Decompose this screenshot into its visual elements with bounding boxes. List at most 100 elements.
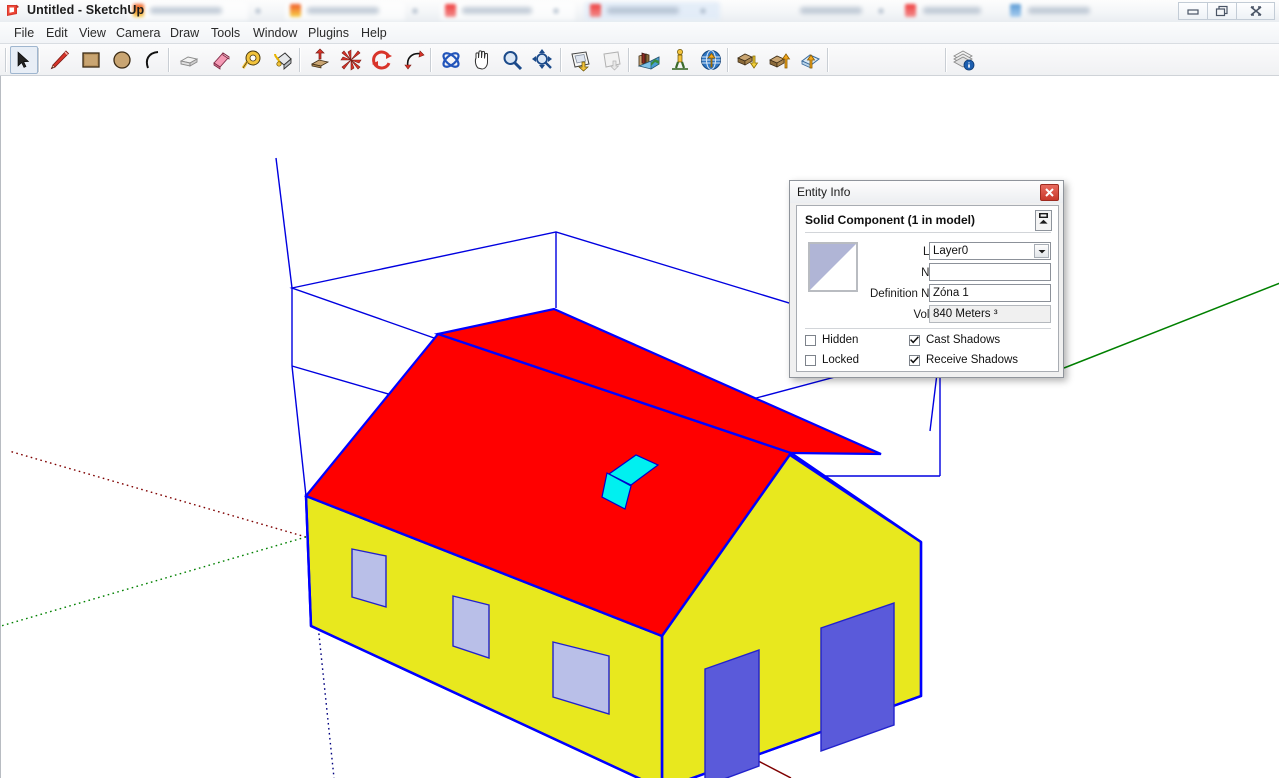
check-icon [910,336,919,344]
section-title: Solid Component (1 in model) [805,213,975,227]
receive-shadows-label: Receive Shadows [926,354,1019,366]
layers-info-icon [952,48,976,72]
pushpull-tool[interactable] [175,46,203,74]
layer-field-value: Layer0 [933,245,969,257]
hand-pan-icon [470,48,494,72]
arc-tool[interactable] [138,46,166,74]
component-thumbnail-icon [808,242,858,292]
menu-edit[interactable]: Edit [40,25,74,42]
menu-plugins[interactable]: Plugins [302,25,355,42]
close-button[interactable] [1236,2,1275,20]
section-plane-tool[interactable] [567,46,595,74]
person-walk-icon [668,48,692,72]
circle-tool[interactable] [108,46,136,74]
sketchup-window: Untitled - SketchUp File Edit View Camer… [0,0,1279,778]
rotate-tool[interactable] [368,46,396,74]
window-1 [351,548,387,608]
menu-help[interactable]: Help [355,25,393,42]
scale-tool[interactable] [337,46,365,74]
locked-checkbox-box[interactable] [805,354,816,366]
menu-window[interactable]: Window [247,25,303,42]
cast-shadows-label: Cast Shadows [926,334,1001,346]
house-model-3d [1,157,1279,778]
section-display-icon [600,48,624,72]
pan-tool[interactable] [468,46,496,74]
follow-me-tool[interactable] [400,46,428,74]
restore-button[interactable] [1207,2,1236,20]
rotate-arrows-icon [370,48,394,72]
hidden-checkbox-box[interactable] [805,334,816,346]
line-tool[interactable] [45,46,73,74]
window-title: Untitled - SketchUp [27,3,145,17]
layer-manager-button[interactable] [950,46,978,74]
circle-icon [110,48,134,72]
pencil-icon [47,48,71,72]
tape-measure-icon [240,48,264,72]
rectangle-icon [79,48,103,72]
cast-shadows-checkbox-box[interactable] [909,334,920,346]
main-toolbar: Layer0 [0,44,1279,114]
panel-title-bar: Entity Info [790,181,1063,203]
door-1 [704,649,760,778]
scale-star-icon [339,48,363,72]
entity-info-panel: Entity Info Solid Component (1 in model) [789,180,1064,378]
follow-me-icon [402,48,426,72]
arc-icon [140,48,164,72]
panel-collapse-button[interactable] [1035,210,1052,231]
menu-file[interactable]: File [8,25,40,42]
panel-title: Entity Info [797,185,851,199]
model-viewport[interactable] [0,76,1279,778]
axis-red-negative [8,450,307,538]
eraser-tool[interactable] [207,46,235,74]
volume-field: 840 Meters ³ [929,305,1051,323]
menu-view[interactable]: View [73,25,112,42]
axis-green-negative [1,536,307,627]
check-icon [910,356,919,364]
name-field[interactable] [929,263,1051,281]
move-arrows-icon [308,48,332,72]
hidden-checkbox[interactable]: Hidden [805,334,858,346]
window-controls [1178,2,1275,20]
paint-bucket-tool[interactable] [269,46,297,74]
get-models[interactable] [734,46,762,74]
models-upload-icon [768,48,792,72]
receive-shadows-checkbox-box[interactable] [909,354,920,366]
move-tool[interactable] [306,46,334,74]
minimize-button[interactable] [1178,2,1207,20]
3d-warehouse[interactable] [697,46,725,74]
menu-draw[interactable]: Draw [164,25,205,42]
paint-bucket-icon [271,48,295,72]
orbit-tool[interactable] [437,46,465,74]
menu-bar: File Edit View Camera Draw Tools Window … [0,22,1279,44]
axis-green-positive [1063,282,1279,369]
position-camera[interactable] [666,46,694,74]
zoom-extents-tool[interactable] [529,46,557,74]
receive-shadows-checkbox[interactable]: Receive Shadows [909,354,1018,366]
eraser-icon [209,48,233,72]
zoom-tool[interactable] [498,46,526,74]
menu-camera[interactable]: Camera [110,25,166,42]
chevron-down-icon[interactable] [1034,244,1049,258]
zoom-extents-icon [531,48,555,72]
rectangle-tool[interactable] [77,46,105,74]
share-model[interactable] [766,46,794,74]
menu-tools[interactable]: Tools [205,25,246,42]
select-tool[interactable] [10,46,38,74]
layer-field[interactable]: Layer0 [929,242,1051,260]
models-download-icon [736,48,760,72]
panel-close-button[interactable] [1040,184,1059,201]
component-upload-icon [799,48,823,72]
close-icon [1045,184,1054,202]
door-2 [820,602,895,752]
share-component[interactable] [797,46,825,74]
locked-label: Locked [822,354,860,366]
component-browser[interactable] [635,46,663,74]
definition-name-field[interactable]: Zóna 1 [929,284,1051,302]
magnifier-icon [500,48,524,72]
cast-shadows-checkbox[interactable]: Cast Shadows [909,334,1000,346]
pushpull-icon [177,48,201,72]
orbit-icon [439,48,463,72]
section-display-tool[interactable] [598,46,626,74]
tape-measure-tool[interactable] [238,46,266,74]
locked-checkbox[interactable]: Locked [805,354,859,366]
